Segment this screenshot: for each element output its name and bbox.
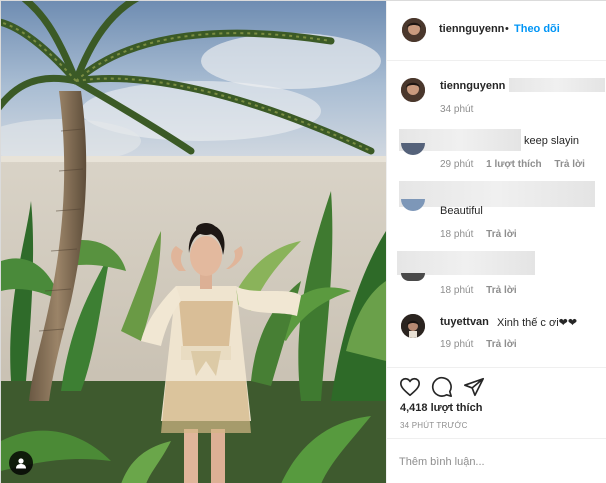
header-separator: • [505,23,509,35]
photo-scene [1,1,386,483]
comment-text: keep slayin [524,135,580,147]
tagged-users-button[interactable] [9,451,33,475]
comments-list[interactable]: tiennguyenn 34 phút keep slayin 29 phút … [387,62,606,367]
reply-button[interactable]: Trả lời [486,339,516,350]
blurred-user [399,181,595,207]
comment-input[interactable] [399,451,595,473]
post-photo[interactable] [1,1,386,483]
caption-meta: 34 phút [440,104,483,115]
comment-likes[interactable]: 1 lượt thích [486,159,541,170]
post-dialog: tiennguyenn • Theo dõi tiennguyenn 34 ph… [0,0,606,483]
comment-icon[interactable] [431,376,453,398]
comment-time: 29 phút [440,159,474,170]
comment-meta: 18 phút Trả lời [440,229,527,240]
comment-text: Beautiful [440,205,483,217]
like-count[interactable]: 4,418 lượt thích [400,402,482,414]
avatar[interactable] [401,199,425,211]
comment-time: 19 phút [440,339,474,350]
comment-meta: 29 phút 1 lượt thích Trả lời [440,159,595,170]
comment-time: 18 phút [440,285,474,296]
blurred-text [509,78,605,92]
user-icon [16,458,26,469]
avatar[interactable] [401,273,425,281]
reply-button[interactable]: Trả lời [486,285,516,296]
comment-meta: 19 phút Trả lời [440,339,527,350]
avatar[interactable] [401,314,425,338]
avatar[interactable] [401,143,425,155]
avatar[interactable] [401,78,425,102]
heart-icon[interactable] [399,376,421,398]
header-username[interactable]: tiennguyenn [439,23,504,35]
avatar[interactable] [402,18,426,42]
post-sidebar: tiennguyenn • Theo dõi tiennguyenn 34 ph… [386,1,606,483]
comment-text: Xinh thế c ơi❤❤ [497,317,578,329]
comment-time: 18 phút [440,229,474,240]
share-icon[interactable] [463,376,485,398]
reply-button[interactable]: Trả lời [486,229,516,240]
comment-username[interactable]: tuyettvan [440,316,489,328]
blurred-user [397,251,535,275]
caption-time: 34 phút [440,104,474,115]
add-comment-bar [387,438,606,483]
post-timestamp[interactable]: 34 PHÚT TRƯỚC [400,421,468,430]
comment-meta: 18 phút Trả lời [440,285,527,296]
follow-button[interactable]: Theo dõi [514,23,560,35]
post-header: tiennguyenn • Theo dõi [387,1,606,61]
caption-username[interactable]: tiennguyenn [440,80,505,92]
reply-button[interactable]: Trả lời [554,159,584,170]
